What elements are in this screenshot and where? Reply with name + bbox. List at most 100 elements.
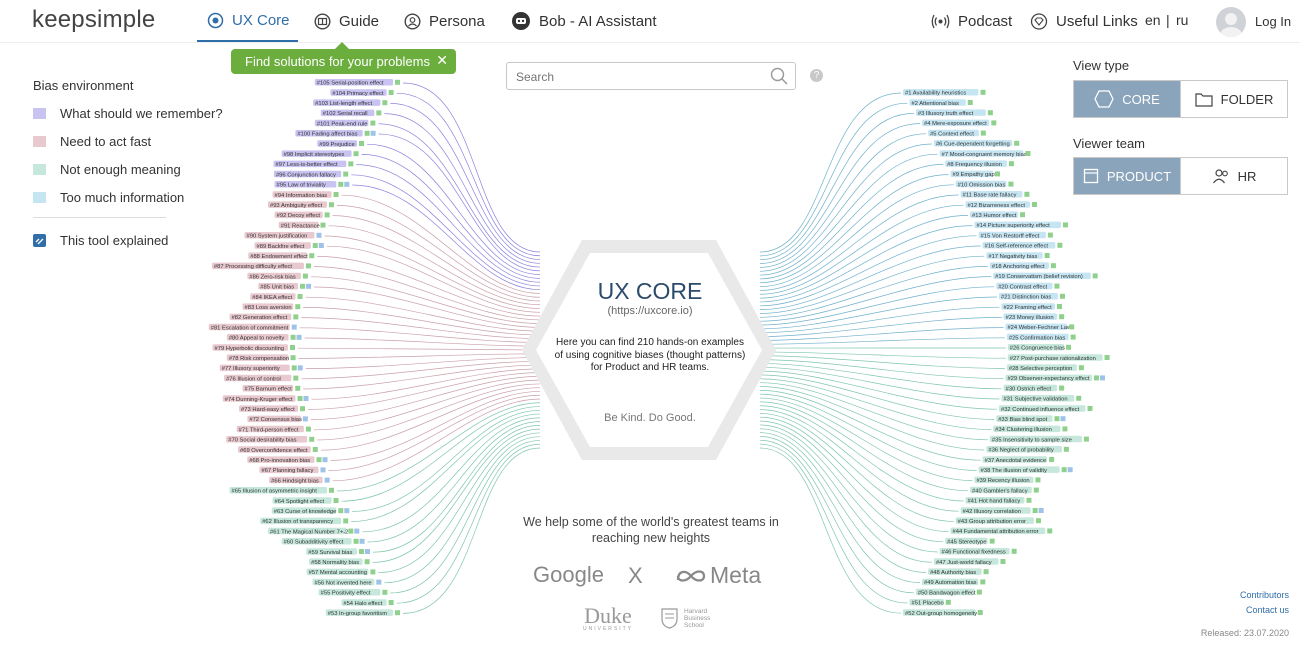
tag-badge[interactable]	[995, 171, 1001, 177]
avatar[interactable]	[1216, 7, 1246, 37]
bias-label[interactable]: #84 IKEA effect	[252, 295, 292, 301]
tag-badge[interactable]	[309, 436, 315, 442]
tag-badge[interactable]	[983, 569, 989, 575]
tag-badge[interactable]	[1049, 457, 1055, 462]
bias-item-right[interactable]: #26 Congruence bias	[1007, 344, 1072, 352]
tag-badge[interactable]	[1035, 477, 1041, 483]
bias-label[interactable]: #34 Clustering illusion	[995, 427, 1052, 433]
bias-label[interactable]: #82 Generation effect	[232, 315, 288, 321]
close-icon[interactable]: ✕	[436, 52, 448, 69]
bias-item-left[interactable]: #73 Hard-easy effect	[239, 405, 306, 413]
bias-label[interactable]: #3 Illusory truth effect	[918, 111, 974, 117]
tag-badge[interactable]	[293, 375, 299, 381]
bias-label[interactable]: #72 Consensus bias	[249, 417, 302, 423]
bias-label[interactable]: #104 Primacy effect	[332, 91, 384, 97]
tag-badge[interactable]	[1032, 508, 1038, 513]
view-folder-button[interactable]: FOLDER	[1180, 81, 1287, 117]
bias-item-right[interactable]: #10 Omission bias	[955, 180, 1014, 189]
tag-badge[interactable]	[322, 457, 328, 463]
tag-badge[interactable]	[1099, 375, 1105, 381]
bias-item-right[interactable]: #21 Distinction bias	[998, 293, 1065, 301]
bias-item-left[interactable]: #80 Appeal to novelty	[226, 334, 302, 342]
bias-label[interactable]: #77 Illusory superiority	[222, 366, 280, 372]
bias-label[interactable]: #50 Bandwagon effect	[918, 590, 976, 596]
bias-label[interactable]: #23 Money illusion	[1006, 315, 1054, 321]
tag-badge[interactable]	[328, 202, 334, 208]
tag-badge[interactable]	[302, 273, 308, 279]
tag-badge[interactable]	[1035, 518, 1041, 524]
bias-label[interactable]: #53 In-group favoritism	[328, 611, 387, 617]
bias-item-right[interactable]: #52 Out-group homogeneity	[903, 609, 983, 617]
legend-item-act-fast[interactable]: Need to act fast	[33, 134, 151, 149]
bias-label[interactable]: #65 Illusion of asymmetric insight	[231, 489, 317, 495]
tag-badge[interactable]	[320, 467, 326, 473]
hex-url[interactable]: (https://uxcore.io)	[560, 305, 740, 317]
tag-badge[interactable]	[309, 253, 315, 259]
bias-item-left[interactable]: #55 Positivity effect	[318, 589, 388, 597]
bias-item-left[interactable]: #69 Overconfidence effect	[238, 446, 318, 454]
bias-label[interactable]: #91 Reactance	[281, 223, 320, 229]
bias-item-left[interactable]: #65 Illusion of asymmetric insight	[229, 487, 334, 495]
tag-badge[interactable]	[312, 447, 318, 452]
bias-label[interactable]: #44 Fundamental attribution error	[953, 529, 1039, 535]
tag-badge[interactable]	[976, 589, 982, 595]
bias-label[interactable]: #1 Availability heuristics	[905, 91, 966, 97]
help-icon[interactable]: ?	[810, 69, 823, 82]
tag-badge[interactable]	[967, 100, 973, 105]
bias-item-left[interactable]: #98 Implicit stereotypes	[281, 150, 359, 158]
bias-label[interactable]: #12 Bizarreness effect	[967, 203, 1025, 209]
tag-badge[interactable]	[1031, 202, 1037, 207]
tag-badge[interactable]	[305, 263, 311, 269]
bias-label[interactable]: #100 Fading affect bias	[297, 132, 357, 138]
bias-item-right[interactable]: #15 Von Restorff effect	[978, 231, 1053, 240]
bias-item-right[interactable]: #45 Stereotype	[945, 537, 995, 546]
bias-label[interactable]: #76 Illusion of control	[226, 376, 281, 382]
bias-item-left[interactable]: #93 Ambiguity effect	[267, 201, 334, 209]
tag-badge[interactable]	[297, 396, 303, 401]
bias-label[interactable]: #31 Subjective validation	[1003, 397, 1067, 403]
tag-badge[interactable]	[324, 212, 330, 218]
tag-badge[interactable]	[343, 171, 349, 177]
tag-badge[interactable]	[370, 569, 376, 575]
tag-badge[interactable]	[300, 406, 306, 412]
bias-label[interactable]: #38 The illusion of validity	[981, 468, 1047, 474]
bias-item-left[interactable]: #100 Fading affect bias	[295, 130, 376, 138]
bias-item-right[interactable]: #2 Attentional bias	[909, 99, 973, 107]
tag-badge[interactable]	[1047, 232, 1053, 238]
tag-badge[interactable]	[1062, 222, 1068, 228]
bias-item-right[interactable]: #7 Mood-congruent memory bias	[939, 150, 1031, 158]
bias-item-left[interactable]: #60 Subadditivity effect	[281, 538, 365, 546]
tag-badge[interactable]	[333, 192, 339, 197]
bias-label[interactable]: #16 Self-reference effect	[985, 244, 1049, 250]
bias-label[interactable]: #4 Mere-exposure effect	[924, 121, 987, 127]
bias-item-left[interactable]: #54 Halo effect	[341, 599, 394, 607]
bias-label[interactable]: #55 Positivity effect	[321, 591, 371, 597]
bias-item-left[interactable]: #74 Dunning-Kruger effect	[222, 395, 309, 403]
bias-label[interactable]: #64 Spotlight effect	[275, 499, 325, 505]
bias-item-left[interactable]: #56 Not invented here	[312, 578, 382, 587]
bias-label[interactable]: #5 Context effect	[930, 131, 974, 137]
tag-badge[interactable]	[344, 181, 350, 187]
bias-label[interactable]: #99 Prejudice	[319, 142, 354, 148]
nav-useful-links[interactable]: Useful Links	[1030, 0, 1138, 42]
bias-item-right[interactable]: #13 Humor effect	[970, 211, 1026, 219]
bias-label[interactable]: #30 Ostrich effect	[1006, 386, 1052, 392]
bias-item-left[interactable]: #53 In-group favoritism	[325, 609, 400, 617]
bias-item-left[interactable]: #78 Risk compensation	[226, 354, 296, 362]
bias-label[interactable]: #15 Von Restorff effect	[981, 233, 1040, 239]
bias-label[interactable]: #61 The Magical Number 7+-2	[270, 529, 348, 535]
bias-item-left[interactable]: #105 Serial-position effect	[314, 79, 400, 87]
bias-item-left[interactable]: #67 Planning fallacy	[259, 466, 326, 475]
bias-label[interactable]: #22 Framing effect	[1003, 305, 1052, 311]
tool-explained-link[interactable]: This tool explained	[33, 233, 168, 248]
tag-badge[interactable]	[303, 396, 309, 401]
tag-badge[interactable]	[1076, 395, 1082, 401]
bias-item-right[interactable]: #18 Anchoring effect	[989, 262, 1056, 270]
bias-item-left[interactable]: #91 Reactance	[278, 221, 326, 230]
tag-badge[interactable]	[1060, 416, 1066, 422]
bias-item-right[interactable]: #48 Authority bias	[928, 568, 989, 576]
tag-badge[interactable]	[359, 549, 365, 554]
bias-label[interactable]: #9 Empathy gap	[953, 172, 995, 178]
bias-label[interactable]: #48 Authority bias	[930, 570, 976, 576]
bias-item-left[interactable]: #66 Hindsight bias	[269, 476, 330, 485]
